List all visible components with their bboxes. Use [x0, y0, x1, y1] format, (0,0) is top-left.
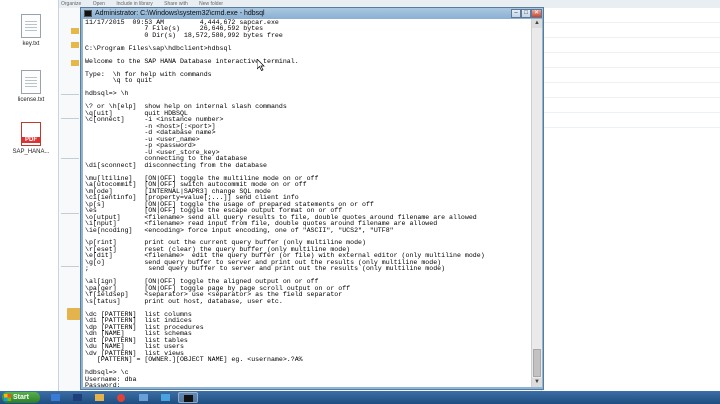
console-line: C:\Program Files\sap\hdbclient>hdbsql	[85, 44, 232, 52]
list-item[interactable]	[542, 98, 720, 113]
desktop-icon-label: license.txt	[17, 97, 45, 103]
text-file-icon	[21, 14, 41, 38]
list-item[interactable]	[542, 83, 720, 98]
nav-divider	[61, 118, 79, 119]
network-icon	[139, 394, 148, 401]
folder-icon	[95, 394, 104, 401]
mouse-cursor-icon	[257, 59, 265, 71]
folder-icon	[71, 28, 79, 34]
taskbar: Start	[0, 391, 720, 404]
nav-divider	[61, 158, 79, 159]
console-line: [PATTERN] = [OWNER.][OBJECT NAME] eg. <u…	[85, 356, 303, 364]
list-item[interactable]	[542, 8, 720, 23]
nav-divider	[61, 266, 79, 267]
list-item[interactable]	[542, 53, 720, 68]
console-line: \q to quit	[85, 77, 153, 85]
windows-logo-icon	[4, 394, 11, 401]
desktop: Organize Open Include in library Share w…	[0, 0, 720, 391]
taskbar-button[interactable]	[46, 392, 66, 403]
chrome-icon	[117, 394, 125, 402]
list-item[interactable]	[542, 38, 720, 53]
taskbar-button[interactable]	[178, 392, 198, 403]
window-title: Administrator: C:\Windows\system32\cmd.e…	[95, 10, 265, 17]
console-output[interactable]: 11/17/2015 09:53 AM 4,444,672 sapcar.exe…	[83, 19, 531, 387]
start-label: Start	[13, 394, 29, 401]
pdf-file-icon: PDF	[21, 122, 41, 146]
desktop-icon-license-txt[interactable]: license.txt	[6, 70, 56, 103]
close-button[interactable]: ✕	[531, 9, 542, 18]
console-line: ; send query buffer to server and print …	[85, 265, 446, 273]
list-item[interactable]	[542, 113, 720, 128]
console-line: Password:	[85, 382, 121, 387]
console-line: \s[tatus] print out host, database, user…	[85, 297, 283, 305]
nav-divider	[61, 213, 79, 214]
scrollbar-thumb[interactable]	[533, 349, 541, 377]
taskbar-button[interactable]	[68, 392, 88, 403]
explorer-file-list	[541, 8, 720, 391]
console-line: Welcome to the SAP HANA Database interac…	[85, 57, 299, 65]
folder-icon	[71, 42, 79, 48]
scroll-down-icon[interactable]: ▼	[532, 378, 542, 387]
menu-organize[interactable]: Organize	[61, 1, 81, 7]
console-line: 0 Dir(s) 18,572,580,992 bytes free	[85, 31, 283, 39]
scroll-up-icon[interactable]: ▲	[532, 19, 542, 28]
text-file-icon	[21, 70, 41, 94]
powershell-icon	[73, 394, 82, 401]
console-line: \ie[ncoding] <encoding> force input enco…	[85, 226, 394, 234]
minimize-button[interactable]: –	[511, 9, 521, 18]
desktop-icon-sap-hana-pdf[interactable]: PDF SAP_HANA...	[6, 122, 56, 155]
taskbar-button[interactable]	[134, 392, 154, 403]
cmd-icon	[84, 10, 92, 17]
desktop-icon-label: SAP_HANA...	[12, 149, 50, 155]
maximize-button[interactable]: □	[521, 9, 531, 18]
taskbar-button[interactable]	[156, 392, 176, 403]
folder-icon	[67, 308, 81, 320]
cmd-title-bar[interactable]: Administrator: C:\Windows\system32\cmd.e…	[81, 8, 543, 19]
cmd-icon	[184, 395, 193, 402]
list-item[interactable]	[542, 23, 720, 38]
desktop-icon-key-txt[interactable]: key.txt	[6, 14, 56, 47]
console-line: hdbsql=> \h	[85, 90, 129, 98]
people-icon	[161, 394, 170, 401]
server-manager-icon	[51, 394, 60, 401]
taskbar-button[interactable]	[112, 392, 132, 403]
cmd-window[interactable]: Administrator: C:\Windows\system32\cmd.e…	[80, 7, 544, 390]
console-text: 11/17/2015 09:53 AM 4,444,672 sapcar.exe…	[83, 19, 531, 387]
list-item[interactable]	[542, 68, 720, 83]
nav-divider	[61, 94, 79, 95]
start-button[interactable]: Start	[2, 392, 40, 403]
desktop-icon-label: key.txt	[22, 41, 40, 47]
explorer-navigation-pane	[59, 8, 81, 391]
folder-icon	[71, 60, 79, 66]
console-line: \di[sconnect] disconnecting from the dat…	[85, 161, 268, 169]
taskbar-button[interactable]	[90, 392, 110, 403]
vertical-scrollbar[interactable]: ▲ ▼	[531, 19, 542, 387]
